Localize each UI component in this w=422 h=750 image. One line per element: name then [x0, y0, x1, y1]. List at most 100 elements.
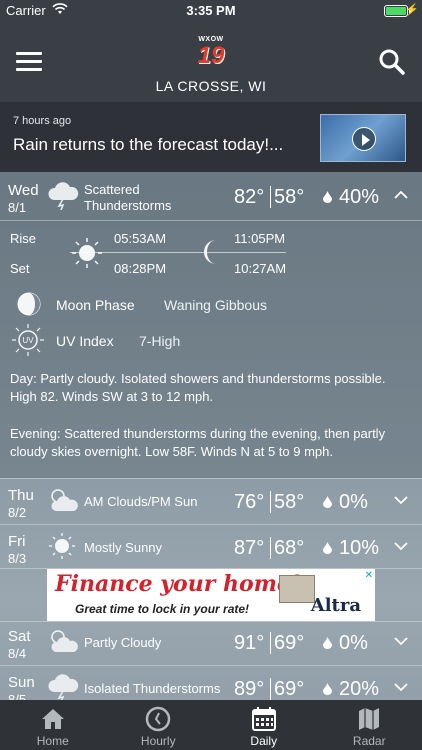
sun-icon [72, 238, 102, 268]
day-condition: Partly Cloudy [84, 635, 162, 650]
high-temp: 87° [234, 537, 265, 559]
day-row-sat[interactable]: Sat 8/4 Partly Cloudy 91° 69° 0% [0, 620, 422, 666]
station-logo: WXOW 19 [197, 36, 225, 69]
moonrise-time: 11:05PM [234, 231, 286, 246]
day-text: : Partly cloudy. Isolated showers and th… [10, 371, 386, 404]
chevron-down-icon[interactable] [394, 682, 408, 692]
precip-chance: 10% [339, 537, 380, 559]
temp-separator [270, 537, 271, 559]
home-icon [41, 709, 64, 729]
thunderstorm-icon [48, 674, 79, 702]
search-icon[interactable] [378, 48, 406, 76]
app-header: WXOW 19 LA CROSSE, WI [0, 22, 422, 102]
precip-chance: 0% [339, 632, 368, 654]
chevron-down-icon[interactable] [394, 541, 408, 551]
day-condition: Scattered Thunderstorms [84, 182, 172, 213]
day-name: Fri [8, 533, 26, 550]
day-label: Day [10, 371, 34, 386]
low-temp: 68° [274, 537, 305, 559]
moonset-time: 10:27AM [234, 261, 287, 276]
rise-label: Rise [10, 231, 37, 246]
location-label[interactable]: LA CROSSE, WI [0, 78, 422, 94]
news-headline[interactable]: Rain returns to the forecast today!... [13, 135, 283, 155]
day-row-wed[interactable]: Wed 8/1 Scattered Thunderstorms 82° 58° … [0, 174, 422, 220]
day-name: Sun [8, 674, 35, 691]
raindrop-icon [323, 683, 332, 695]
tab-hourly[interactable]: Hourly [106, 700, 212, 750]
ad-house-image [279, 575, 315, 603]
ad-close-icon[interactable]: ✕ [365, 570, 373, 581]
day-date: 8/4 [8, 646, 27, 661]
precip-chance: 40% [339, 186, 380, 208]
map-icon [359, 708, 380, 730]
partly-cloudy-icon [51, 630, 78, 652]
news-time-ago: 7 hours ago [13, 115, 72, 127]
chevron-up-icon[interactable] [394, 190, 408, 200]
evening-forecast-text: Evening: Scattered thunderstorms during … [10, 425, 414, 461]
day-date: 8/1 [8, 200, 27, 215]
ad-banner[interactable]: Finance your home! Great time to lock in… [47, 569, 375, 621]
clock-time: 3:35 PM [186, 3, 236, 18]
low-temp: 58° [274, 491, 305, 513]
sunrise-time: 05:53AM [114, 231, 167, 246]
chevron-down-icon[interactable] [394, 636, 408, 646]
temp-separator [270, 491, 271, 513]
low-temp: 69° [274, 678, 305, 700]
news-story-banner[interactable]: 7 hours ago Rain returns to the forecast… [0, 102, 422, 172]
tab-label: Hourly [140, 734, 176, 748]
tab-home[interactable]: Home [0, 700, 106, 750]
thunderstorm-icon [48, 182, 79, 210]
moon-phase-icon [17, 292, 41, 316]
moon-crescent-icon [204, 240, 216, 264]
svg-text:UV: UV [22, 336, 34, 345]
evening-text: : Scattered thunderstorms during the eve… [10, 426, 386, 459]
uv-index-label: UV Index [56, 333, 114, 349]
day-name: Sat [8, 628, 31, 645]
ad-headline: Finance your home! [55, 571, 301, 597]
chevron-down-icon[interactable] [394, 495, 408, 505]
temp-separator [270, 632, 271, 654]
day-name: Thu [8, 487, 34, 504]
low-temp: 69° [274, 632, 305, 654]
moon-phase-label: Moon Phase [56, 297, 135, 313]
high-temp: 76° [234, 491, 265, 513]
raindrop-icon [323, 496, 332, 508]
day-row-fri[interactable]: Fri 8/3 Mostly Sunny 87° 68° 10% [0, 525, 422, 571]
raindrop-icon [323, 191, 332, 203]
uv-index-icon: UV [12, 324, 44, 356]
tab-radar[interactable]: Radar [317, 700, 422, 750]
set-label: Set [10, 261, 30, 276]
tab-label: Daily [250, 734, 278, 748]
divider [0, 220, 422, 221]
raindrop-icon [323, 542, 332, 554]
low-temp: 58° [274, 186, 305, 208]
ad-subtext: Great time to lock in your rate! [75, 602, 250, 616]
high-temp: 89° [234, 678, 265, 700]
sun-moon-divider [70, 252, 286, 253]
moon-phase-value: Waning Gibbous [164, 297, 267, 313]
sunset-time: 08:28PM [114, 261, 167, 276]
hamburger-menu-icon[interactable] [16, 52, 42, 72]
calendar-icon [251, 707, 276, 731]
partly-cloudy-icon [51, 489, 78, 511]
play-icon[interactable] [352, 127, 376, 151]
day-condition: Isolated Thunderstorms [84, 681, 221, 696]
day-forecast-text: Day: Partly cloudy. Isolated showers and… [10, 370, 414, 406]
precip-chance: 20% [339, 678, 380, 700]
clock-icon [146, 706, 171, 732]
ad-brand: Altra [310, 595, 361, 616]
tab-label: Radar [352, 734, 386, 748]
temp-separator [270, 186, 271, 208]
raindrop-icon [323, 637, 332, 649]
day-row-thu[interactable]: Thu 8/2 AM Clouds/PM Sun 76° 58° 0% [0, 479, 422, 525]
high-temp: 82° [234, 186, 265, 208]
evening-label: Evening [10, 426, 57, 441]
day-condition: AM Clouds/PM Sun [84, 494, 198, 509]
tab-daily[interactable]: Daily [211, 700, 317, 750]
high-temp: 91° [234, 632, 265, 654]
temp-separator [270, 678, 271, 700]
news-video-thumbnail[interactable] [320, 114, 406, 162]
day-name: Wed [8, 182, 39, 199]
day-date: 8/3 [8, 551, 27, 566]
tab-label: Home [36, 734, 69, 748]
